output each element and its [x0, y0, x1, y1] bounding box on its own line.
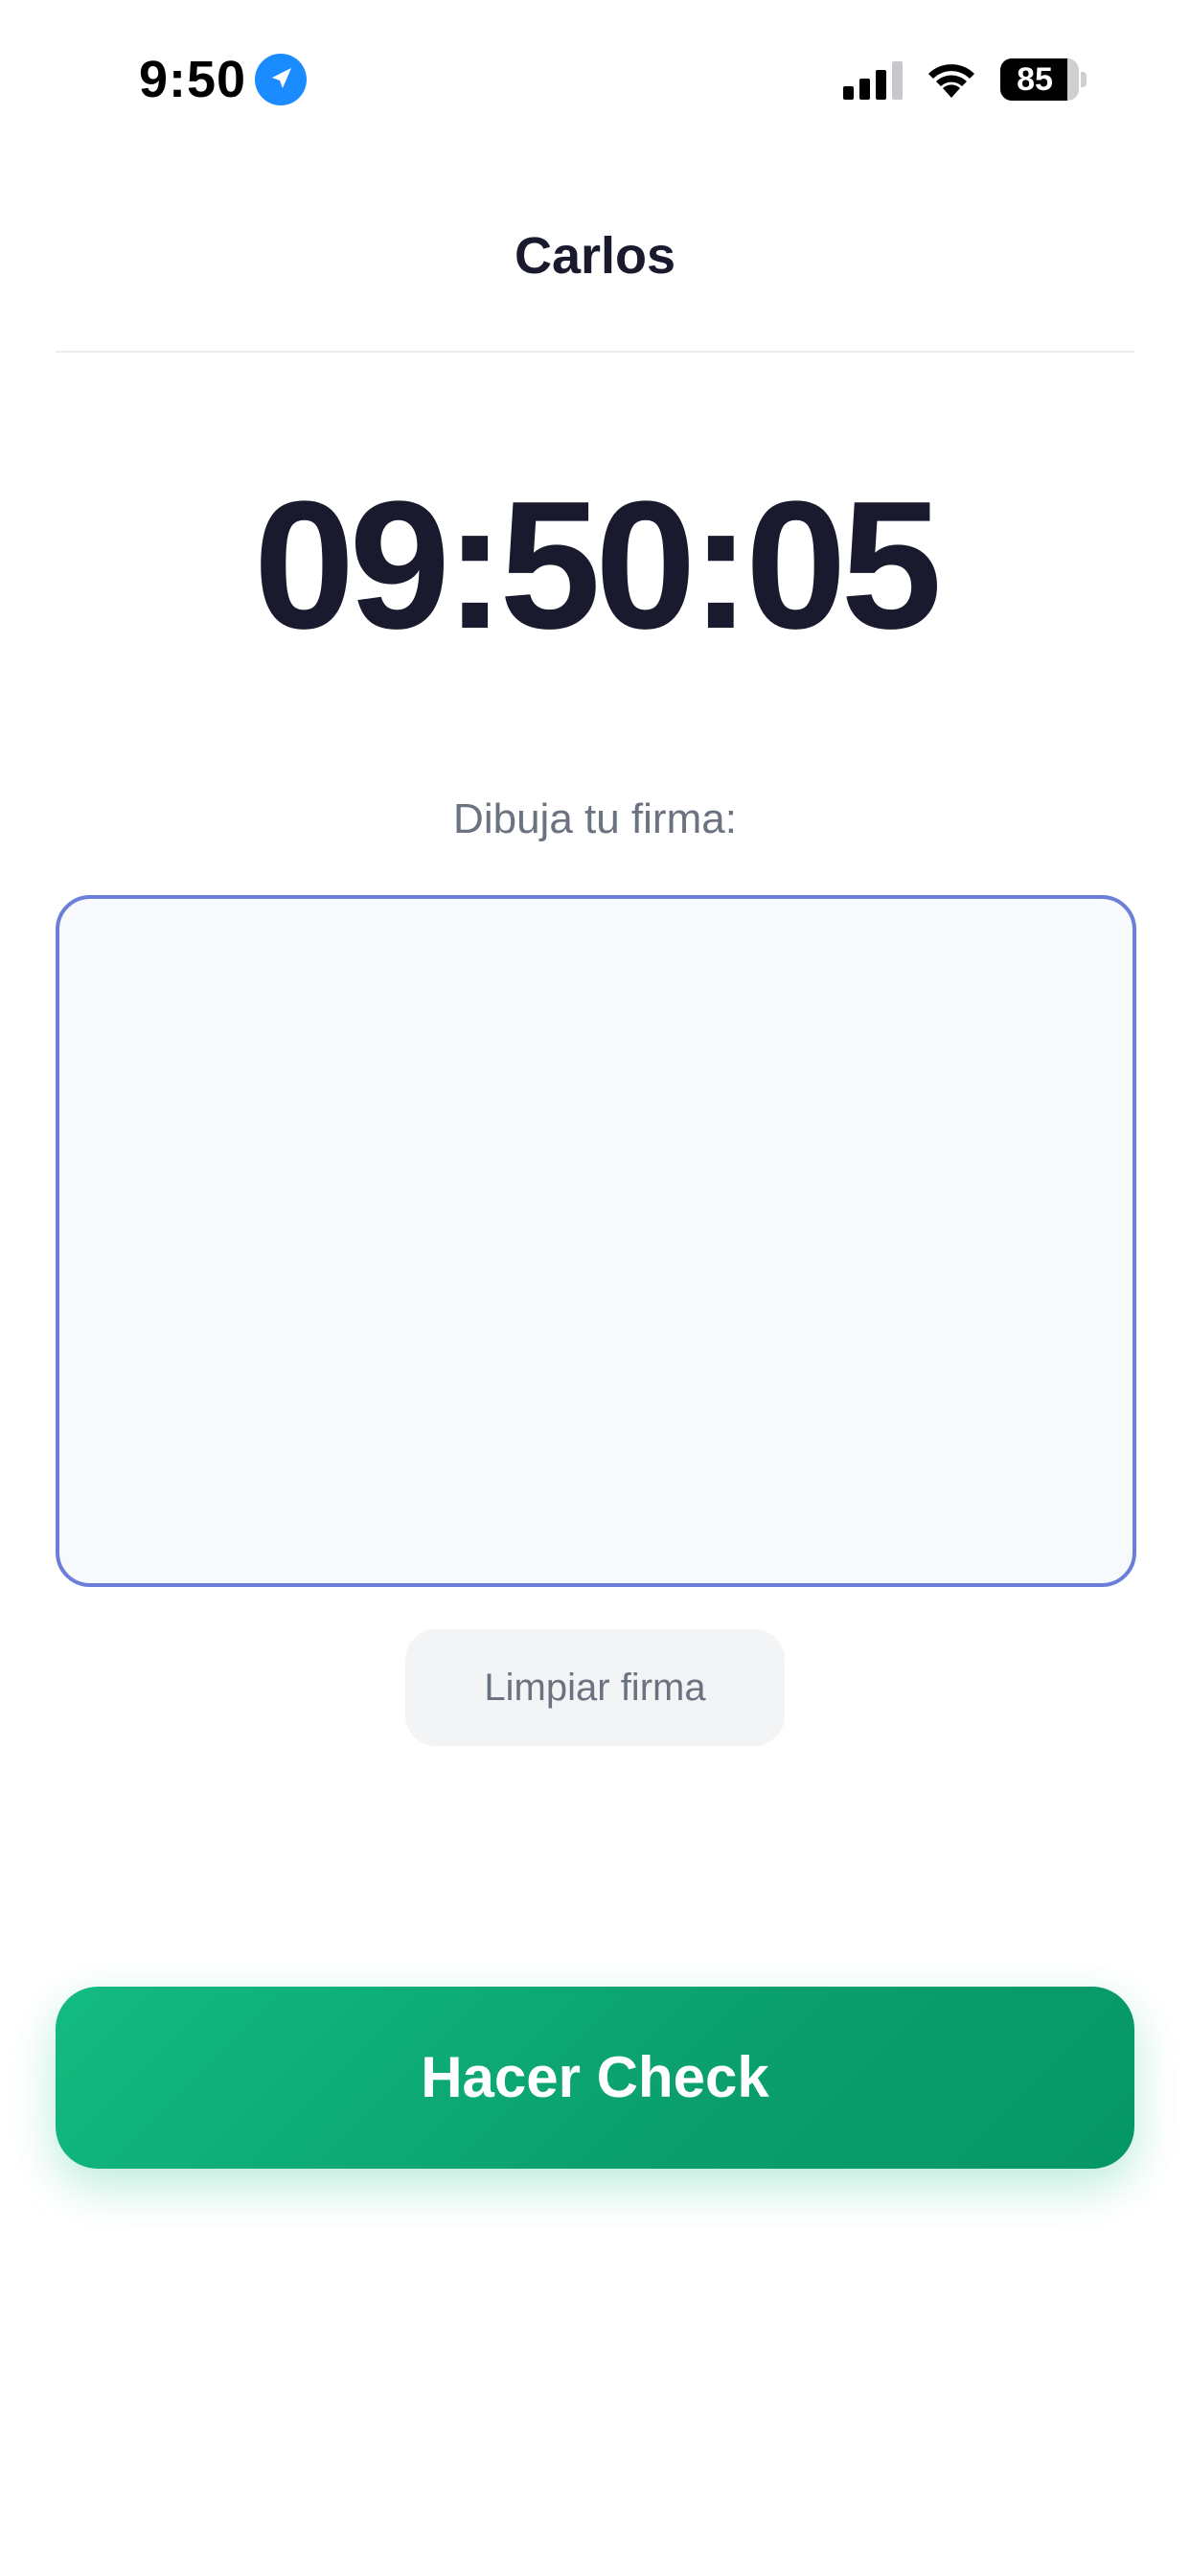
header-divider	[56, 351, 1134, 353]
battery-cap	[1081, 72, 1087, 87]
location-arrow-icon	[255, 54, 307, 105]
check-in-screen: 9:50 85 Carlos 09:50:05 Dibuja tu firma:…	[0, 0, 1190, 2576]
status-time: 9:50	[139, 51, 247, 108]
status-bar: 9:50 85	[0, 0, 1190, 163]
signature-canvas[interactable]	[56, 895, 1136, 1587]
check-in-button[interactable]: Hacer Check	[56, 1987, 1134, 2169]
signature-label: Dibuja tu firma:	[453, 795, 737, 842]
clear-signature-button[interactable]: Limpiar firma	[405, 1629, 785, 1746]
battery-icon: 85	[1000, 58, 1087, 101]
wifi-icon	[924, 56, 979, 100]
battery-level: 85	[1017, 61, 1053, 98]
page-title: Carlos	[514, 227, 676, 285]
cellular-signal-icon	[843, 61, 906, 100]
battery-body: 85	[1000, 58, 1079, 101]
current-time-display: 09:50:05	[253, 464, 943, 667]
